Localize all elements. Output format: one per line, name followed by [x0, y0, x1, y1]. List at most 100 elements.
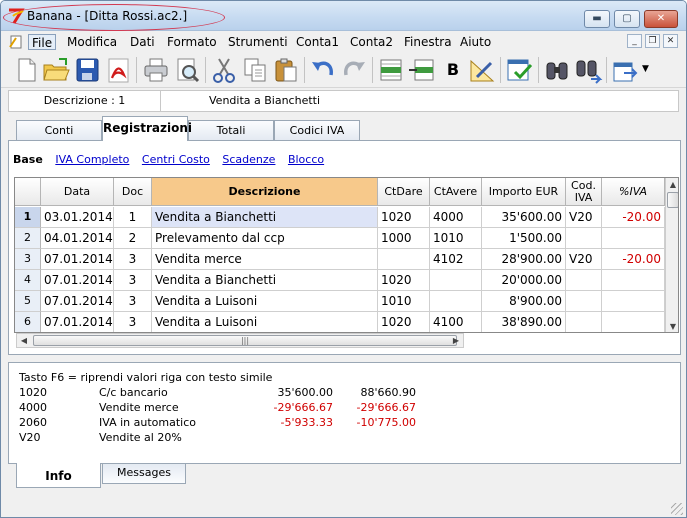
table-cell[interactable] [430, 291, 482, 312]
print-preview-icon[interactable] [172, 55, 202, 85]
view-scadenze[interactable]: Scadenze [222, 153, 275, 166]
table-cell[interactable]: 38'890.00 [482, 312, 566, 332]
check-accounting-icon[interactable] [504, 55, 534, 85]
menu-dati[interactable]: Dati [127, 34, 158, 50]
column-header[interactable]: CtDare [378, 178, 430, 206]
pdf-icon[interactable] [103, 55, 133, 85]
view-base[interactable]: Base [13, 153, 43, 166]
row-number[interactable]: 3 [15, 249, 41, 270]
table-cell[interactable]: 2 [114, 228, 152, 249]
table-cell[interactable]: 1020 [378, 270, 430, 291]
table-cell[interactable]: 20'000.00 [482, 270, 566, 291]
table-cell[interactable] [602, 270, 665, 291]
cell-info-value[interactable]: Vendita a Bianchetti [209, 91, 320, 111]
table-cell[interactable]: 07.01.2014 [41, 270, 114, 291]
scroll-left-icon[interactable]: ◀ [17, 334, 31, 348]
column-header[interactable]: Importo EUR [482, 178, 566, 206]
column-header[interactable]: Doc [114, 178, 152, 206]
tab-totali[interactable]: Totali [188, 120, 274, 140]
table-cell[interactable]: V20 [566, 249, 602, 270]
table-cell[interactable]: V20 [566, 207, 602, 228]
close-button[interactable]: ✕ [644, 10, 678, 28]
row-number[interactable]: 1 [15, 207, 41, 228]
table-cell[interactable]: 07.01.2014 [41, 291, 114, 312]
menu-file[interactable]: File [28, 34, 57, 50]
column-header[interactable]: Data [41, 178, 114, 206]
chevron-down-icon[interactable]: ▼ [642, 64, 649, 74]
mdi-close-button[interactable]: ✕ [663, 34, 678, 48]
view-iva-completo[interactable]: IVA Completo [55, 153, 129, 166]
column-header[interactable]: %IVA [602, 178, 665, 206]
redo-icon[interactable] [339, 55, 369, 85]
row-number[interactable]: 4 [15, 270, 41, 291]
table-cell[interactable] [566, 312, 602, 332]
undo-icon[interactable] [308, 55, 338, 85]
menu-finestra[interactable]: Finestra [401, 34, 455, 50]
scroll-down-icon[interactable]: ▼ [666, 320, 678, 332]
table-cell[interactable]: 3 [114, 249, 152, 270]
resize-grip[interactable] [671, 503, 683, 515]
table-cell[interactable] [602, 228, 665, 249]
table-cell[interactable] [566, 270, 602, 291]
drawing-tools-icon[interactable] [467, 55, 497, 85]
cut-icon[interactable] [209, 55, 239, 85]
export-icon[interactable] [610, 55, 640, 85]
table-cell[interactable] [602, 291, 665, 312]
table-cell[interactable]: 3 [114, 291, 152, 312]
table-cell[interactable]: Vendita a Bianchetti [152, 207, 378, 228]
table-cell[interactable]: -20.00 [602, 249, 665, 270]
delete-row-icon[interactable] [407, 55, 437, 85]
table-cell[interactable]: 1010 [430, 228, 482, 249]
view-blocco[interactable]: Blocco [288, 153, 324, 166]
table-cell[interactable]: Vendita a Luisoni [152, 291, 378, 312]
table-corner[interactable] [15, 178, 41, 206]
table-cell[interactable]: 03.01.2014 [41, 207, 114, 228]
new-file-icon[interactable] [11, 55, 41, 85]
scroll-right-icon[interactable]: ▶ [449, 334, 463, 348]
table-cell[interactable]: 07.01.2014 [41, 249, 114, 270]
table-cell[interactable]: 28'900.00 [482, 249, 566, 270]
menu-modifica[interactable]: Modifica [64, 34, 120, 50]
table-cell[interactable]: Vendita a Luisoni [152, 312, 378, 332]
vertical-scrollbar[interactable]: ▲ ▼ [665, 178, 678, 332]
table-cell[interactable]: 35'600.00 [482, 207, 566, 228]
tab-conti[interactable]: Conti [16, 120, 102, 140]
title-bar[interactable]: Banana - [Ditta Rossi.ac2.] ▬ ▢ ✕ [1, 1, 686, 31]
column-header-selected[interactable]: Descrizione [152, 178, 378, 206]
table-cell[interactable]: 4000 [430, 207, 482, 228]
table-cell[interactable] [566, 291, 602, 312]
table-cell[interactable]: 1'500.00 [482, 228, 566, 249]
table-cell[interactable]: Vendita merce [152, 249, 378, 270]
table-cell[interactable]: 1010 [378, 291, 430, 312]
menu-strumenti[interactable]: Strumenti [225, 34, 291, 50]
table-cell[interactable]: 3 [114, 312, 152, 332]
row-number[interactable]: 2 [15, 228, 41, 249]
table-cell[interactable]: Prelevamento dal ccp [152, 228, 378, 249]
minimize-button[interactable]: ▬ [584, 10, 610, 28]
table-cell[interactable] [430, 270, 482, 291]
table-cell[interactable]: 3 [114, 270, 152, 291]
mdi-restore-button[interactable]: ❐ [645, 34, 660, 48]
insert-row-icon[interactable] [376, 55, 406, 85]
row-number[interactable]: 5 [15, 291, 41, 312]
table-cell[interactable]: 1000 [378, 228, 430, 249]
column-header[interactable]: CtAvere [430, 178, 482, 206]
tab-info[interactable]: Info [16, 463, 101, 488]
menu-conta2[interactable]: Conta2 [347, 34, 396, 50]
table-cell[interactable]: 04.01.2014 [41, 228, 114, 249]
menu-aiuto[interactable]: Aiuto [457, 34, 494, 50]
table-cell[interactable]: 4102 [430, 249, 482, 270]
tab-messages[interactable]: Messages [102, 464, 186, 484]
tab-codici-iva[interactable]: Codici IVA [274, 120, 360, 140]
row-number[interactable]: 6 [15, 312, 41, 332]
mdi-minimize-button[interactable]: _ [627, 34, 642, 48]
scroll-up-icon[interactable]: ▲ [666, 178, 678, 192]
table-cell[interactable]: -20.00 [602, 207, 665, 228]
horizontal-scroll-thumb[interactable]: ||| [33, 335, 457, 346]
table-cell[interactable]: Vendita a Bianchetti [152, 270, 378, 291]
horizontal-scrollbar[interactable]: ◀ ||| ▶ [16, 333, 464, 348]
table-cell[interactable]: 4100 [430, 312, 482, 332]
tab-registrazioni[interactable]: Registrazioni [102, 116, 192, 141]
table-cell[interactable]: 1 [114, 207, 152, 228]
menu-conta1[interactable]: Conta1 [293, 34, 342, 50]
